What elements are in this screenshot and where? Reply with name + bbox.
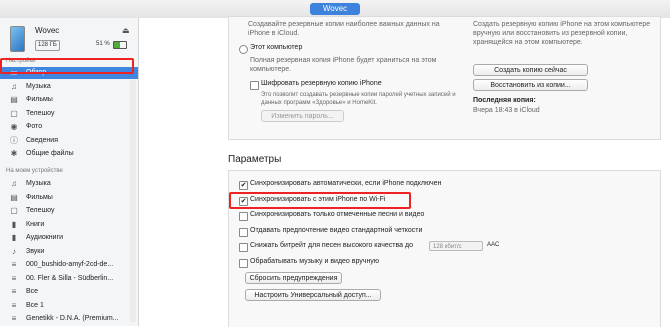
change-password-button[interactable]: Изменить пароль...	[261, 110, 344, 122]
device-name: Wovec	[35, 26, 60, 35]
sidebar-device-item[interactable]: ≡ 00. Fler & Silla - Südberlin...	[0, 273, 138, 285]
highlight-summary	[0, 58, 134, 74]
sidebar-settings-item-label: Фильмы	[26, 96, 53, 103]
sidebar-device-item[interactable]: ♪ Звуки	[0, 246, 138, 258]
music-icon: ♫	[11, 179, 17, 188]
option-label[interactable]: Синхронизировать автоматически, если iPh…	[250, 180, 441, 187]
option-label[interactable]: Обрабатывать музыку и видео вручную	[250, 258, 379, 265]
sidebar-settings-item[interactable]: ♫ Музыка	[0, 81, 138, 93]
playlist-icon: ≡	[11, 273, 17, 283]
option-checkbox[interactable]	[239, 258, 248, 268]
bell-icon: ♪	[12, 246, 16, 256]
bitrate-format: AAC	[487, 242, 500, 248]
sidebar-settings-item[interactable]: ◉ Фото	[0, 121, 138, 133]
bitrate-select[interactable]: 128 кбит/с	[429, 241, 483, 251]
sidebar-device-item-label: Музыка	[26, 180, 51, 187]
sidebar-device-item-label: Все 1	[26, 301, 44, 309]
sidebar-device-item[interactable]: ▢ Телешоу	[0, 205, 138, 217]
iphone-icon	[10, 26, 25, 52]
sidebar-device-item[interactable]: ▮ Аудиокниги	[0, 232, 138, 244]
sidebar-device-item[interactable]: ♫ Музыка	[0, 178, 138, 190]
icloud-description: Создавайте резервные копии наиболее важн…	[248, 21, 440, 37]
option-label[interactable]: Отдавать предпочтение видео стандартной …	[250, 227, 422, 234]
book-icon: ▮	[11, 219, 17, 229]
restore-button[interactable]: Восстановить из копии...	[473, 79, 588, 91]
main-content: Создавайте резервные копии наиболее важн…	[139, 16, 670, 327]
sidebar-settings-item-label: Музыка	[26, 82, 51, 90]
camera-icon: ◉	[10, 122, 18, 131]
playlist-icon: ≡	[11, 287, 17, 296]
sidebar-device-item-label: Фильмы	[26, 193, 53, 201]
sidebar-settings-item[interactable]: ⓘ Сведения	[0, 135, 138, 147]
sidebar-device-item[interactable]: ≡ Все 1	[0, 300, 138, 312]
sidebar-device-item[interactable]: ≡ Genetikk - D.N.A. (Premium...	[0, 313, 138, 325]
option-label[interactable]: Синхронизировать только отмеченные песни…	[250, 211, 424, 218]
battery-level	[114, 42, 121, 48]
device-capacity: 128 ГБ	[35, 40, 60, 51]
info-icon: ⓘ	[10, 135, 18, 145]
highlight-wifi-sync	[229, 192, 411, 209]
playlist-icon: ≡	[11, 314, 17, 323]
audiobook-icon: ▮	[11, 233, 17, 242]
sidebar-settings-item[interactable]: ▤ Фильмы	[0, 94, 138, 106]
battery-icon	[113, 41, 127, 49]
playlist-icon: ≡	[11, 300, 17, 310]
option-label[interactable]: Снижать битрейт для песен высокого качес…	[250, 242, 413, 249]
sidebar-device-item[interactable]: ▮ Книги	[0, 219, 138, 231]
params-title: Параметры	[228, 154, 282, 165]
sidebar-device-item-label: Книги	[26, 220, 45, 228]
apps-icon: ✱	[10, 149, 18, 158]
option-checkbox[interactable]	[239, 212, 248, 221]
device-section-header: На моем устройстве	[6, 168, 63, 174]
this-computer-description: Полная резервная копия iPhone будет хран…	[250, 57, 437, 73]
last-backup-value: Вчера 18:43 в iCloud	[473, 107, 540, 114]
encrypt-description: Это позволит создавать резервные копии п…	[261, 92, 456, 106]
backup-now-button[interactable]: Создать копию сейчас	[473, 64, 588, 76]
option-checkbox[interactable]: ✔	[239, 181, 248, 190]
encrypt-checkbox[interactable]	[250, 81, 259, 90]
sidebar-device-item[interactable]: ≡ 000_bushido-amyf-2cd-de...	[0, 259, 138, 271]
sidebar-settings-item-label: Фото	[26, 123, 43, 130]
sidebar-device-item[interactable]: ≡ Все	[0, 286, 138, 298]
last-backup-title: Последняя копия:	[473, 97, 536, 104]
sidebar-settings-item-label: Телешоу	[26, 109, 55, 117]
sidebar-settings-item-label: Общие файлы	[26, 150, 74, 157]
playlist-icon: ≡	[11, 260, 17, 269]
backup-right-description: Создать резервную копию iPhone на этом к…	[473, 21, 651, 46]
sidebar-device-item[interactable]: ▤ Фильмы	[0, 192, 138, 204]
sidebar-settings-item[interactable]: ▢ Телешоу	[0, 108, 138, 120]
film-icon: ▤	[10, 192, 18, 202]
sidebar-device-item-label: 00. Fler & Silla - Südberlin...	[26, 274, 114, 282]
device-header[interactable]: Wovec ⏏ 128 ГБ 51 %	[0, 18, 138, 58]
backup-panel: Создавайте резервные копии наиболее важн…	[228, 16, 661, 140]
sidebar-device-item-label: Genetikk - D.N.A. (Premium...	[26, 315, 119, 322]
option-checkbox[interactable]	[239, 227, 248, 237]
battery-percent: 51 %	[96, 41, 110, 47]
sidebar-device-item-label: Телешоу	[26, 207, 55, 214]
option-checkbox[interactable]	[239, 243, 248, 252]
sidebar-settings-item-label: Сведения	[26, 136, 58, 144]
sidebar-settings-item[interactable]: ✱ Общие файлы	[0, 148, 138, 160]
reset-warnings-button[interactable]: Сбросить предупреждения	[245, 272, 342, 284]
this-computer-radio[interactable]	[239, 45, 248, 54]
sidebar-scrollbar[interactable]	[130, 80, 136, 322]
sidebar-device-item-label: Звуки	[26, 247, 45, 255]
tv-icon: ▢	[10, 108, 18, 118]
film-icon: ▤	[10, 95, 18, 104]
sidebar-device-item-label: Все	[26, 288, 39, 295]
sidebar-device-item-label: Аудиокниги	[26, 234, 64, 241]
this-computer-label[interactable]: Этот компьютер	[250, 44, 302, 51]
window-title: Wovec	[310, 3, 360, 15]
sidebar-device-item-label: 000_bushido-amyf-2cd-de...	[26, 261, 114, 268]
eject-icon[interactable]: ⏏	[122, 26, 130, 35]
tv-icon: ▢	[10, 206, 18, 215]
music-icon: ♫	[11, 81, 17, 91]
encrypt-label[interactable]: Шифровать резервную копию iPhone	[261, 80, 382, 87]
accessibility-button[interactable]: Настроить Универсальный доступ...	[245, 289, 381, 301]
